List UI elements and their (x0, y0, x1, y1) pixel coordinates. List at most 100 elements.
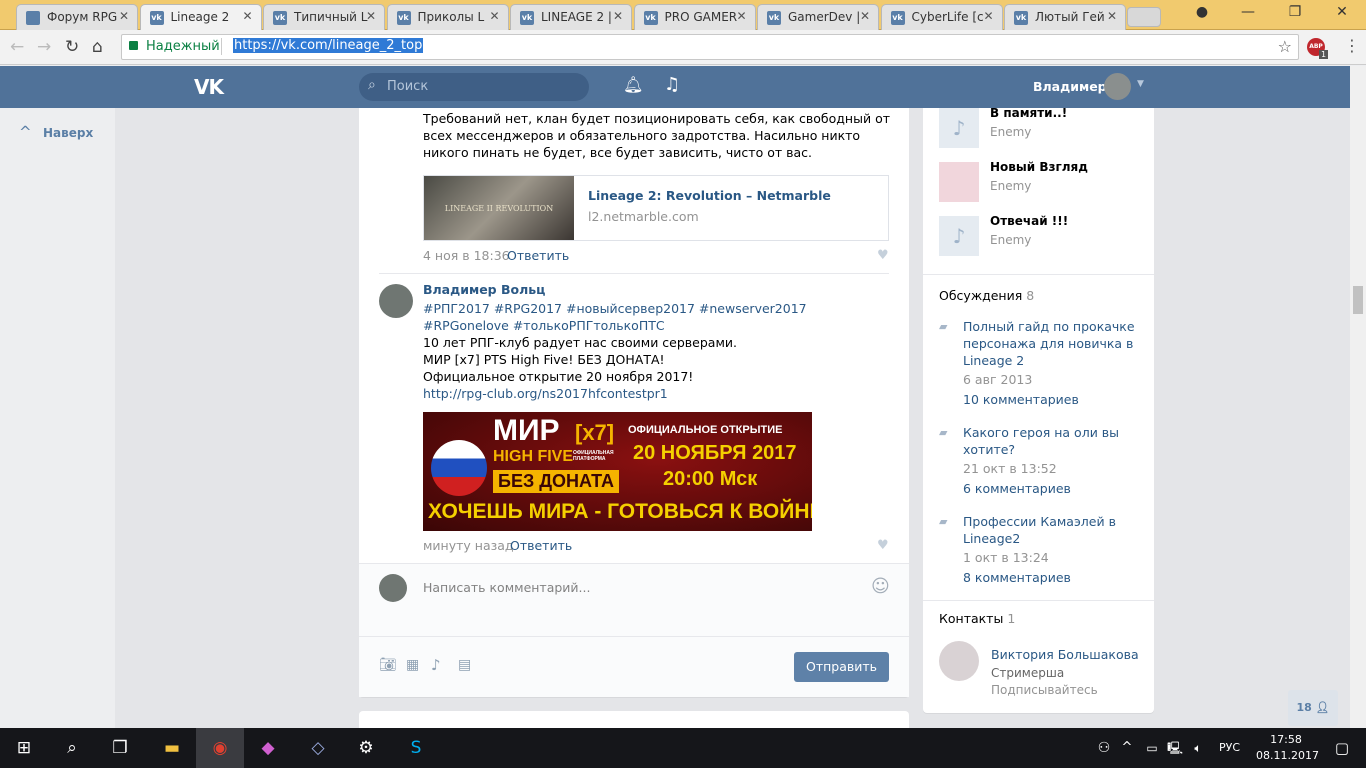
forward-icon[interactable]: → (37, 37, 51, 57)
user-avatar[interactable] (1104, 73, 1131, 100)
close-tab-icon[interactable]: ✕ (1107, 9, 1117, 23)
reload-icon[interactable]: ↻ (65, 37, 79, 57)
music-note-icon[interactable]: ♪ (939, 108, 979, 148)
close-tab-icon[interactable]: ✕ (119, 9, 129, 23)
discussion-comments[interactable]: 10 комментариев (963, 391, 1139, 408)
audio-item[interactable]: ♪ В памяти..! Enemy (939, 106, 1139, 150)
notifications-bell-icon[interactable]: 🔔︎ (623, 75, 643, 94)
maximize-button[interactable]: ❐ (1275, 4, 1315, 20)
menu-icon[interactable]: ⋮ (1344, 36, 1360, 55)
discussion-item[interactable]: ▰ Полный гайд по прокачке персонажа для … (939, 318, 1139, 408)
vk-logo[interactable]: VK (194, 75, 224, 99)
discussion-item[interactable]: ▰ Какого героя на оли вы хотите? 21 окт … (939, 424, 1139, 497)
search-taskbar-icon[interactable]: ⌕ (48, 728, 96, 768)
browser-tab[interactable]: vk Приколы L ✕ (386, 4, 509, 30)
discussion-title[interactable]: Какого героя на оли вы хотите? (963, 424, 1139, 458)
audio-title[interactable]: В памяти..! (990, 106, 1067, 120)
comment-input[interactable]: Написать комментарий... (423, 580, 590, 595)
app-icon[interactable]: ◇ (294, 728, 342, 768)
close-tab-icon[interactable]: ✕ (242, 9, 252, 23)
address-bar[interactable]: Надежный https://vk.com/lineage_2_top ☆ (121, 34, 1299, 60)
windows-start-icon[interactable]: ⊞ (0, 728, 48, 768)
contact-avatar[interactable] (939, 641, 979, 681)
friends-online-button[interactable]: 18 👤︎ (1288, 690, 1338, 726)
close-tab-icon[interactable]: ✕ (736, 9, 746, 23)
volume-icon[interactable]: 🔈︎ (1186, 728, 1210, 768)
hashtags[interactable]: #РПГ2017 #RPG2017 #новыйсервер2017 #news… (423, 300, 873, 334)
document-icon[interactable]: ▤ (458, 657, 471, 673)
home-icon[interactable]: ⌂ (92, 37, 103, 57)
back-to-top-link[interactable]: Наверх (43, 126, 93, 140)
close-tab-icon[interactable]: ✕ (613, 9, 623, 23)
discussion-item[interactable]: ▰ Профессии Камаэлей в Lineage2 1 окт в … (939, 513, 1139, 586)
browser-tab[interactable]: Форум RPG ✕ (16, 4, 138, 30)
close-tab-icon[interactable]: ✕ (860, 9, 870, 23)
search-input[interactable]: ⌕ Поиск (359, 73, 589, 101)
language-indicator[interactable]: РУС (1219, 741, 1240, 754)
back-to-top-area[interactable]: ^ Наверх (0, 108, 115, 728)
audio-artist[interactable]: Enemy (990, 179, 1031, 193)
link-title[interactable]: Lineage 2: Revolution – Netmarble (588, 188, 831, 203)
close-tab-icon[interactable]: ✕ (983, 9, 993, 23)
audio-title[interactable]: Новый Взгляд (990, 160, 1088, 174)
audio-icon[interactable]: ♪ (431, 656, 441, 674)
comment-date[interactable]: 4 ноя в 18:36 (423, 248, 510, 263)
chevron-down-icon[interactable]: ▼ (1137, 79, 1144, 89)
music-icon[interactable]: ♫ (664, 74, 680, 95)
bookmark-star-icon[interactable]: ☆ (1278, 37, 1292, 56)
browser-tab[interactable]: vk Lineage 2 ✕ (139, 4, 262, 30)
browser-tab[interactable]: vk Лютый Гей ✕ (1004, 4, 1126, 30)
scrollbar-thumb[interactable] (1353, 286, 1363, 314)
user-name[interactable]: Владимер (1033, 79, 1107, 94)
audio-item[interactable]: ♪ Отвечай !!! Enemy (939, 214, 1139, 258)
comment-date[interactable]: минуту назад (423, 538, 514, 553)
url-text[interactable]: https://vk.com/lineage_2_top (233, 38, 424, 53)
paint-icon[interactable]: ◆ (244, 728, 292, 768)
send-button[interactable]: Отправить (794, 652, 889, 682)
camera-icon[interactable]: 📷︎ (379, 657, 397, 673)
reply-link[interactable]: Ответить (510, 538, 572, 553)
like-heart-icon[interactable]: ♥ (877, 248, 889, 263)
browser-tab[interactable]: vk PRO GAMER ✕ (633, 4, 756, 30)
discussion-title[interactable]: Полный гайд по прокачке персонажа для но… (963, 318, 1139, 369)
close-tab-icon[interactable]: ✕ (366, 9, 376, 23)
task-view-icon[interactable]: ❐ (96, 728, 144, 768)
browser-tab[interactable]: vk LINEAGE 2 | ✕ (510, 4, 632, 30)
discussion-comments[interactable]: 6 комментариев (963, 480, 1139, 497)
contact-name[interactable]: Виктория Большакова (991, 647, 1139, 662)
browser-tab[interactable]: vk CyberLife [c ✕ (880, 4, 1003, 30)
steam-icon[interactable]: ⚙ (342, 728, 390, 768)
profile-icon[interactable]: ● (1182, 4, 1222, 20)
skype-icon[interactable]: S (392, 728, 440, 768)
music-note-icon[interactable]: ♪ (939, 216, 979, 256)
close-tab-icon[interactable]: ✕ (489, 9, 499, 23)
audio-title[interactable]: Отвечай !!! (990, 214, 1068, 228)
link-preview[interactable]: LINEAGE II REVOLUTION Lineage 2: Revolut… (423, 175, 889, 241)
minimize-button[interactable]: — (1228, 4, 1268, 20)
network-icon[interactable]: 🖳︎ (1163, 728, 1187, 768)
post-link[interactable]: http://rpg-club.org/ns2017hfcontestpr1 (423, 385, 893, 402)
clock[interactable]: 17:58 08.11.2017 (1256, 732, 1319, 764)
chrome-icon[interactable]: ◉ (196, 728, 244, 768)
audio-cover[interactable] (939, 162, 979, 202)
file-explorer-icon[interactable]: ▬ (148, 728, 196, 768)
new-tab-button[interactable] (1127, 7, 1161, 27)
discussions-title[interactable]: Обсуждения (939, 288, 1022, 303)
discussion-comments[interactable]: 8 комментариев (963, 569, 1139, 586)
action-center-icon[interactable]: ▢ (1318, 728, 1366, 768)
audio-artist[interactable]: Enemy (990, 233, 1031, 247)
browser-tab[interactable]: vk GamerDev | ✕ (757, 4, 879, 30)
audio-artist[interactable]: Enemy (990, 125, 1031, 139)
scrollbar[interactable] (1350, 66, 1366, 728)
banner-image[interactable]: МИР [x7] HIGH FIVE ОФИЦИАЛЬНАЯ ПЛАТФОРМА… (423, 412, 812, 531)
contacts-title[interactable]: Контакты (939, 611, 1003, 626)
show-hidden-icons[interactable]: ^ (1112, 728, 1142, 768)
emoji-icon[interactable]: ☺ (871, 576, 890, 597)
back-icon[interactable]: ← (10, 37, 24, 57)
browser-tab[interactable]: vk Типичный L ✕ (263, 4, 385, 30)
author-avatar[interactable] (379, 284, 413, 318)
author-name[interactable]: Владимер Вольц (423, 282, 545, 297)
close-window-button[interactable]: ✕ (1322, 4, 1362, 20)
like-heart-icon[interactable]: ♥ (877, 538, 889, 553)
video-icon[interactable]: ▦ (406, 657, 419, 673)
